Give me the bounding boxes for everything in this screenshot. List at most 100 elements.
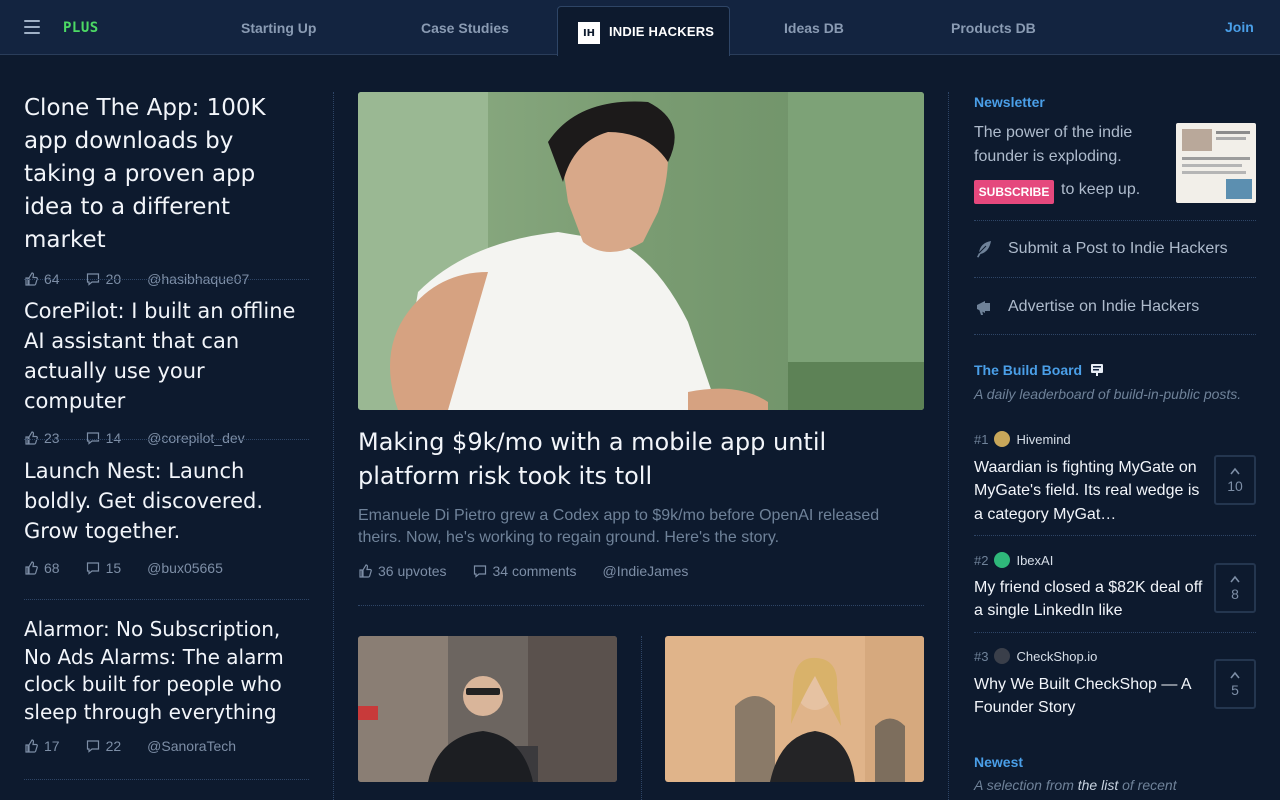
board-entry-header[interactable]: #3 CheckShop.io <box>974 648 1097 664</box>
upvote-button[interactable]: 8 <box>1214 563 1256 613</box>
divider <box>974 220 1256 221</box>
divider <box>974 334 1256 335</box>
author-link[interactable]: @bux05665 <box>147 560 223 576</box>
author-link[interactable]: @SanoraTech <box>147 738 236 754</box>
featured-post-description: Emanuele Di Pietro grew a Codex app to $… <box>358 507 880 547</box>
build-board-subtitle: A daily leaderboard of build-in-public p… <box>974 386 1242 402</box>
post-meta: 17 22 @SanoraTech <box>24 738 309 754</box>
divider <box>974 535 1256 536</box>
newest-subtitle: A selection from the list of recent <box>974 777 1177 793</box>
divider <box>974 632 1256 633</box>
list-item[interactable]: Launch Nest: Launch boldly. Get discover… <box>24 456 309 576</box>
rank-number: #3 <box>974 648 989 664</box>
board-entry-header[interactable]: #1 Hivemind <box>974 431 1071 447</box>
newsletter-tagline: to keep up. <box>1061 181 1141 198</box>
divider <box>24 439 309 440</box>
thumbs-up-icon[interactable] <box>358 564 372 578</box>
comment-count: 22 <box>105 738 122 754</box>
comment-icon[interactable] <box>86 431 100 445</box>
board-entry-title[interactable]: Why We Built CheckShop — A Founder Story <box>974 673 1206 720</box>
submit-post-link[interactable]: Submit a Post to Indie Hackers <box>974 239 1228 259</box>
nav-starting-up[interactable]: Starting Up <box>241 20 316 36</box>
ih-logo-icon: IH <box>578 22 600 44</box>
newest-subtitle-post: of recent <box>1118 777 1177 793</box>
author-link[interactable]: @IndieJames <box>603 563 689 579</box>
build-board-heading[interactable]: The Build Board <box>974 362 1104 378</box>
divider <box>974 277 1256 278</box>
build-board-title: The Build Board <box>974 362 1083 378</box>
post-thumbnail[interactable] <box>358 636 617 782</box>
newsletter-text: The power of the indie founder is explod… <box>974 124 1133 165</box>
product-name[interactable]: Hivemind <box>1016 432 1070 447</box>
product-name[interactable]: CheckShop.io <box>1016 649 1097 664</box>
newest-heading[interactable]: Newest <box>974 754 1023 770</box>
featured-post-meta: 36 upvotes 34 comments @IndieJames <box>358 563 688 579</box>
thumbs-up-icon[interactable] <box>24 431 38 445</box>
newest-subtitle-pre: A selection from <box>974 777 1078 793</box>
upvote-button[interactable]: 5 <box>1214 659 1256 709</box>
upvote-count: 68 <box>44 560 60 576</box>
top-nav-bar: PLUS Starting Up Case Studies IH INDIE H… <box>0 0 1280 56</box>
thumbs-up-icon[interactable] <box>24 561 38 575</box>
menu-icon[interactable] <box>24 20 40 34</box>
featured-post-image[interactable] <box>358 92 924 410</box>
megaphone-icon <box>977 301 990 315</box>
list-item[interactable]: CorePilot: I built an offline AI assista… <box>24 296 309 446</box>
advertise-label: Advertise on Indie Hackers <box>1008 298 1200 315</box>
column-divider <box>641 636 642 800</box>
post-thumbnail[interactable] <box>665 636 924 782</box>
post-title[interactable]: Clone The App: 100K app downloads by tak… <box>24 92 309 257</box>
ibexai-logo-icon <box>994 552 1011 568</box>
comment-count: 15 <box>105 560 122 576</box>
feather-icon <box>977 241 991 258</box>
checkshop-logo-icon <box>994 648 1011 664</box>
hivemind-logo-icon <box>994 431 1011 447</box>
chevron-up-icon <box>1230 575 1240 582</box>
author-link[interactable]: @corepilot_dev <box>147 430 245 446</box>
divider <box>24 779 309 780</box>
rank-number: #2 <box>974 552 989 568</box>
upvote-count: 23 <box>44 430 60 446</box>
board-entry-title[interactable]: My friend closed a $82K deal off a singl… <box>974 576 1206 623</box>
upvote-button[interactable]: 10 <box>1214 455 1256 505</box>
nav-indie-hackers[interactable]: IH INDIE HACKERS <box>557 6 730 56</box>
upvote-count: 17 <box>44 738 60 754</box>
nav-case-studies[interactable]: Case Studies <box>421 20 509 36</box>
featured-post-title[interactable]: Making $9k/mo with a mobile app until pl… <box>358 426 924 493</box>
post-title[interactable]: Alarmor: No Subscription, No Ads Alarms:… <box>24 616 309 726</box>
vote-count: 8 <box>1231 585 1239 602</box>
comment-icon[interactable] <box>473 564 487 578</box>
column-divider <box>948 92 949 800</box>
newsletter-heading[interactable]: Newsletter <box>974 94 1045 110</box>
post-meta: 23 14 @corepilot_dev <box>24 430 309 446</box>
submit-post-label: Submit a Post to Indie Hackers <box>1008 240 1228 257</box>
comment-icon[interactable] <box>86 561 100 575</box>
rank-number: #1 <box>974 431 989 447</box>
nav-ideas-db[interactable]: Ideas DB <box>784 20 844 36</box>
upvote-count: 36 upvotes <box>378 563 447 579</box>
vote-count: 5 <box>1231 681 1239 698</box>
newsletter-thumbnail[interactable] <box>1176 123 1256 203</box>
subscribe-button[interactable]: SUBSCRIBE <box>974 180 1054 204</box>
post-title[interactable]: CorePilot: I built an offline AI assista… <box>24 296 309 416</box>
advertise-link[interactable]: Advertise on Indie Hackers <box>974 297 1199 317</box>
comment-count: 34 comments <box>492 563 577 579</box>
chevron-up-icon <box>1230 671 1240 678</box>
divider <box>24 599 309 600</box>
thumbs-up-icon[interactable] <box>24 739 38 753</box>
post-title[interactable]: Launch Nest: Launch boldly. Get discover… <box>24 456 309 546</box>
the-list-link[interactable]: the list <box>1078 777 1118 793</box>
join-link[interactable]: Join <box>1225 19 1254 35</box>
list-item[interactable]: Clone The App: 100K app downloads by tak… <box>24 92 309 287</box>
divider <box>24 279 309 280</box>
nav-products-db[interactable]: Products DB <box>951 20 1036 36</box>
comment-icon[interactable] <box>86 739 100 753</box>
divider <box>358 605 924 606</box>
comment-count: 14 <box>105 430 122 446</box>
board-entry-header[interactable]: #2 IbexAI <box>974 552 1053 568</box>
board-entry-title[interactable]: Waardian is fighting MyGate on MyGate's … <box>974 456 1206 526</box>
list-item[interactable]: Alarmor: No Subscription, No Ads Alarms:… <box>24 616 309 754</box>
nav-indie-hackers-label: INDIE HACKERS <box>609 24 715 39</box>
plus-logo[interactable]: PLUS <box>63 20 99 36</box>
product-name[interactable]: IbexAI <box>1016 553 1053 568</box>
